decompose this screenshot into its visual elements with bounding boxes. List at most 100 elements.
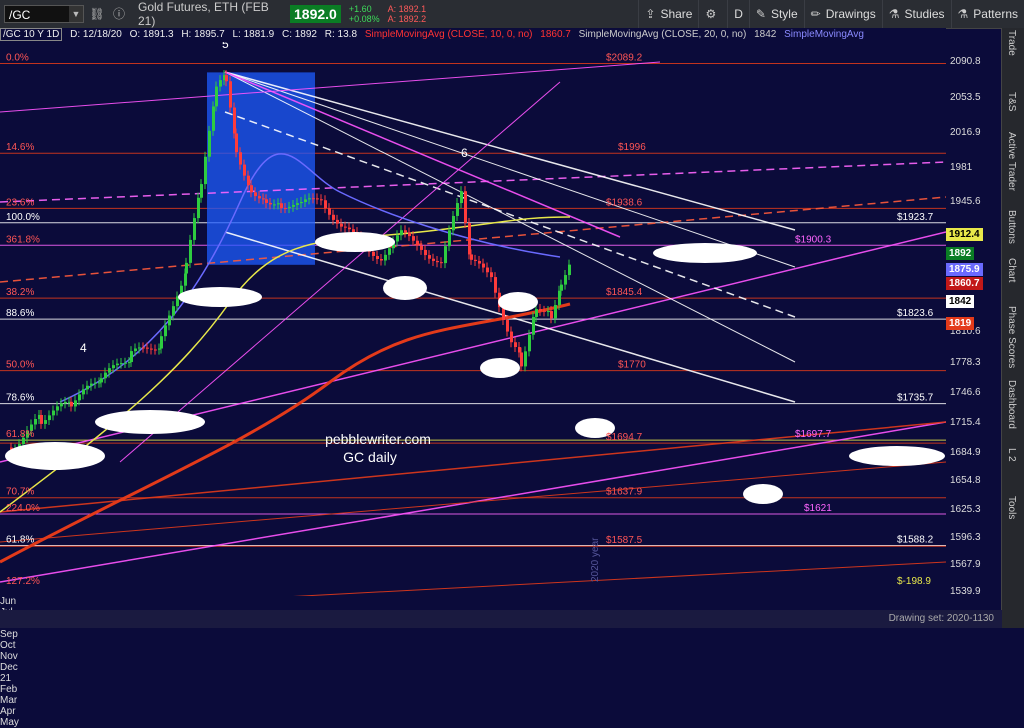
candle-body xyxy=(547,311,550,313)
bar-open: O: 1891.3 xyxy=(129,29,174,40)
candle-body xyxy=(288,206,291,209)
candle-body xyxy=(448,230,451,247)
candle-body xyxy=(320,199,323,201)
candle-body xyxy=(90,383,93,386)
x-tick-label: Sep xyxy=(0,629,18,640)
drawings-label: Drawings xyxy=(825,7,876,21)
candle-body xyxy=(130,351,133,363)
target-ellipse xyxy=(498,292,538,312)
candle-body xyxy=(120,363,123,365)
ask-value: A: 1892.2 xyxy=(387,14,427,24)
fib-label-left: 361.8% xyxy=(6,234,40,245)
fib-label-left: 88.6% xyxy=(6,308,34,319)
y-tick-label: 1654.8 xyxy=(950,475,981,487)
bid-ask: A: 1892.1 A: 1892.2 xyxy=(388,4,427,24)
candle-body xyxy=(506,320,509,332)
period-button[interactable]: D xyxy=(727,0,749,28)
candle-body xyxy=(247,175,250,186)
price-marker: 1875.9 xyxy=(946,262,983,276)
candle-body xyxy=(116,363,119,366)
link-icon[interactable]: ⛓ xyxy=(88,5,106,23)
candle-body xyxy=(352,229,355,233)
chart-symbol[interactable]: /GC 10 Y 1D xyxy=(0,28,63,41)
fib-label-mid: $1770 xyxy=(618,360,646,371)
candle-body xyxy=(432,258,435,261)
candle-body xyxy=(78,394,81,401)
fib-label-left: 78.6% xyxy=(6,393,34,404)
candle-body xyxy=(400,230,403,236)
side-tab[interactable]: Dashboard xyxy=(1006,380,1017,429)
side-tab[interactable]: Chart xyxy=(1006,258,1017,282)
x-tick-label: May xyxy=(0,717,19,728)
fib-label-mid: $-198.9 xyxy=(897,576,931,587)
candle-body xyxy=(277,203,280,205)
candle-body xyxy=(219,80,222,87)
fib-label-left: 38.2% xyxy=(6,287,34,298)
side-tab[interactable]: Tools xyxy=(1006,496,1017,519)
candle-body xyxy=(160,336,163,349)
share-button[interactable]: ⇪ Share xyxy=(638,0,698,28)
price-chart[interactable]: 0.0% 14.6% 23.6% 100.0% 361.8% 38.2% 88.6% 50.0… xyxy=(0,42,946,596)
candle-body xyxy=(535,309,538,317)
side-tab[interactable]: Active Trader xyxy=(1006,132,1017,191)
y-tick-label: 1746.6 xyxy=(950,387,981,399)
candle-body xyxy=(52,410,55,416)
style-button[interactable]: ✎ Style xyxy=(748,0,804,28)
candle-body xyxy=(185,262,188,274)
y-tick-label: 1567.9 xyxy=(950,559,981,571)
side-tab[interactable]: Trade xyxy=(1006,30,1017,56)
drawings-button[interactable]: ✏ Drawings xyxy=(803,0,882,28)
candle-body xyxy=(124,362,127,364)
flask-icon: ⚗ xyxy=(957,7,969,21)
symbol-input[interactable]: /GC ▼ xyxy=(4,5,84,23)
fib-label-left: 127.2% xyxy=(6,576,40,587)
chevron-down-icon[interactable]: ▼ xyxy=(69,6,83,22)
candle-body xyxy=(108,368,111,373)
sma20-label: SimpleMovingAvg (CLOSE, 20, 0, no) xyxy=(578,29,747,40)
side-tab[interactable]: Phase Scores xyxy=(1006,306,1017,368)
info-icon[interactable]: ⓘ xyxy=(110,5,128,23)
fib-label-mid: $1996 xyxy=(618,142,646,153)
bar-close: C: 1892 xyxy=(281,29,317,40)
watermark-text: pebblewriter.com xyxy=(325,431,431,447)
period-label: D xyxy=(734,7,743,21)
fib-label-right: $1735.7 xyxy=(897,393,934,404)
candle-body xyxy=(444,246,447,264)
time-axis[interactable]: JunJulAugSepOctNovDec21FebMarAprMay xyxy=(0,596,946,728)
x-tick-label: Oct xyxy=(0,640,16,651)
candle-body xyxy=(258,196,261,199)
candle-body xyxy=(340,223,343,227)
candle-body xyxy=(74,400,77,407)
wave-label: 5 xyxy=(222,42,229,51)
bid-value: A: 1892.1 xyxy=(387,4,427,14)
side-tab[interactable]: T&S xyxy=(1006,92,1017,111)
candle-body xyxy=(568,264,571,276)
side-tab[interactable]: Buttons xyxy=(1006,210,1017,244)
price-axis[interactable]: 2090.8 2053.5 2016.9 1981 1945.6 1810.6 1778.3… xyxy=(946,42,1002,602)
y-tick-label: 1778.3 xyxy=(950,356,981,368)
candle-body xyxy=(225,75,228,82)
candle-body xyxy=(470,254,473,260)
candle-body xyxy=(482,263,485,268)
side-tab[interactable]: L 2 xyxy=(1006,448,1017,462)
bar-range: R: 13.8 xyxy=(324,29,358,40)
y-tick-label: 2090.8 xyxy=(950,56,981,67)
fib-label-left: 0.0% xyxy=(6,53,29,64)
patterns-button[interactable]: ⚗ Patterns xyxy=(950,0,1024,28)
settings-button[interactable]: ⚙ xyxy=(698,0,727,28)
candle-body xyxy=(494,277,497,293)
candle-body xyxy=(510,331,513,343)
fib-label-right: $1823.6 xyxy=(897,308,934,319)
bar-low: L: 1881.9 xyxy=(232,29,275,40)
candle-body xyxy=(304,199,307,203)
x-tick-label: Nov xyxy=(0,651,18,662)
right-sidebar: Trade T&S Active Trader Buttons Chart Phase S… xyxy=(1001,28,1024,628)
studies-button[interactable]: ⚗ Studies xyxy=(881,0,951,28)
candle-body xyxy=(388,248,391,255)
candle-body xyxy=(490,272,493,278)
symbol-text: /GC xyxy=(9,8,31,22)
candle-body xyxy=(520,352,523,367)
watermark-text: GC daily xyxy=(343,449,397,465)
top-toolbar: /GC ▼ ⛓ ⓘ Gold Futures, ETH (FEB 21) 1892… xyxy=(0,0,1024,29)
target-ellipse xyxy=(95,410,205,434)
